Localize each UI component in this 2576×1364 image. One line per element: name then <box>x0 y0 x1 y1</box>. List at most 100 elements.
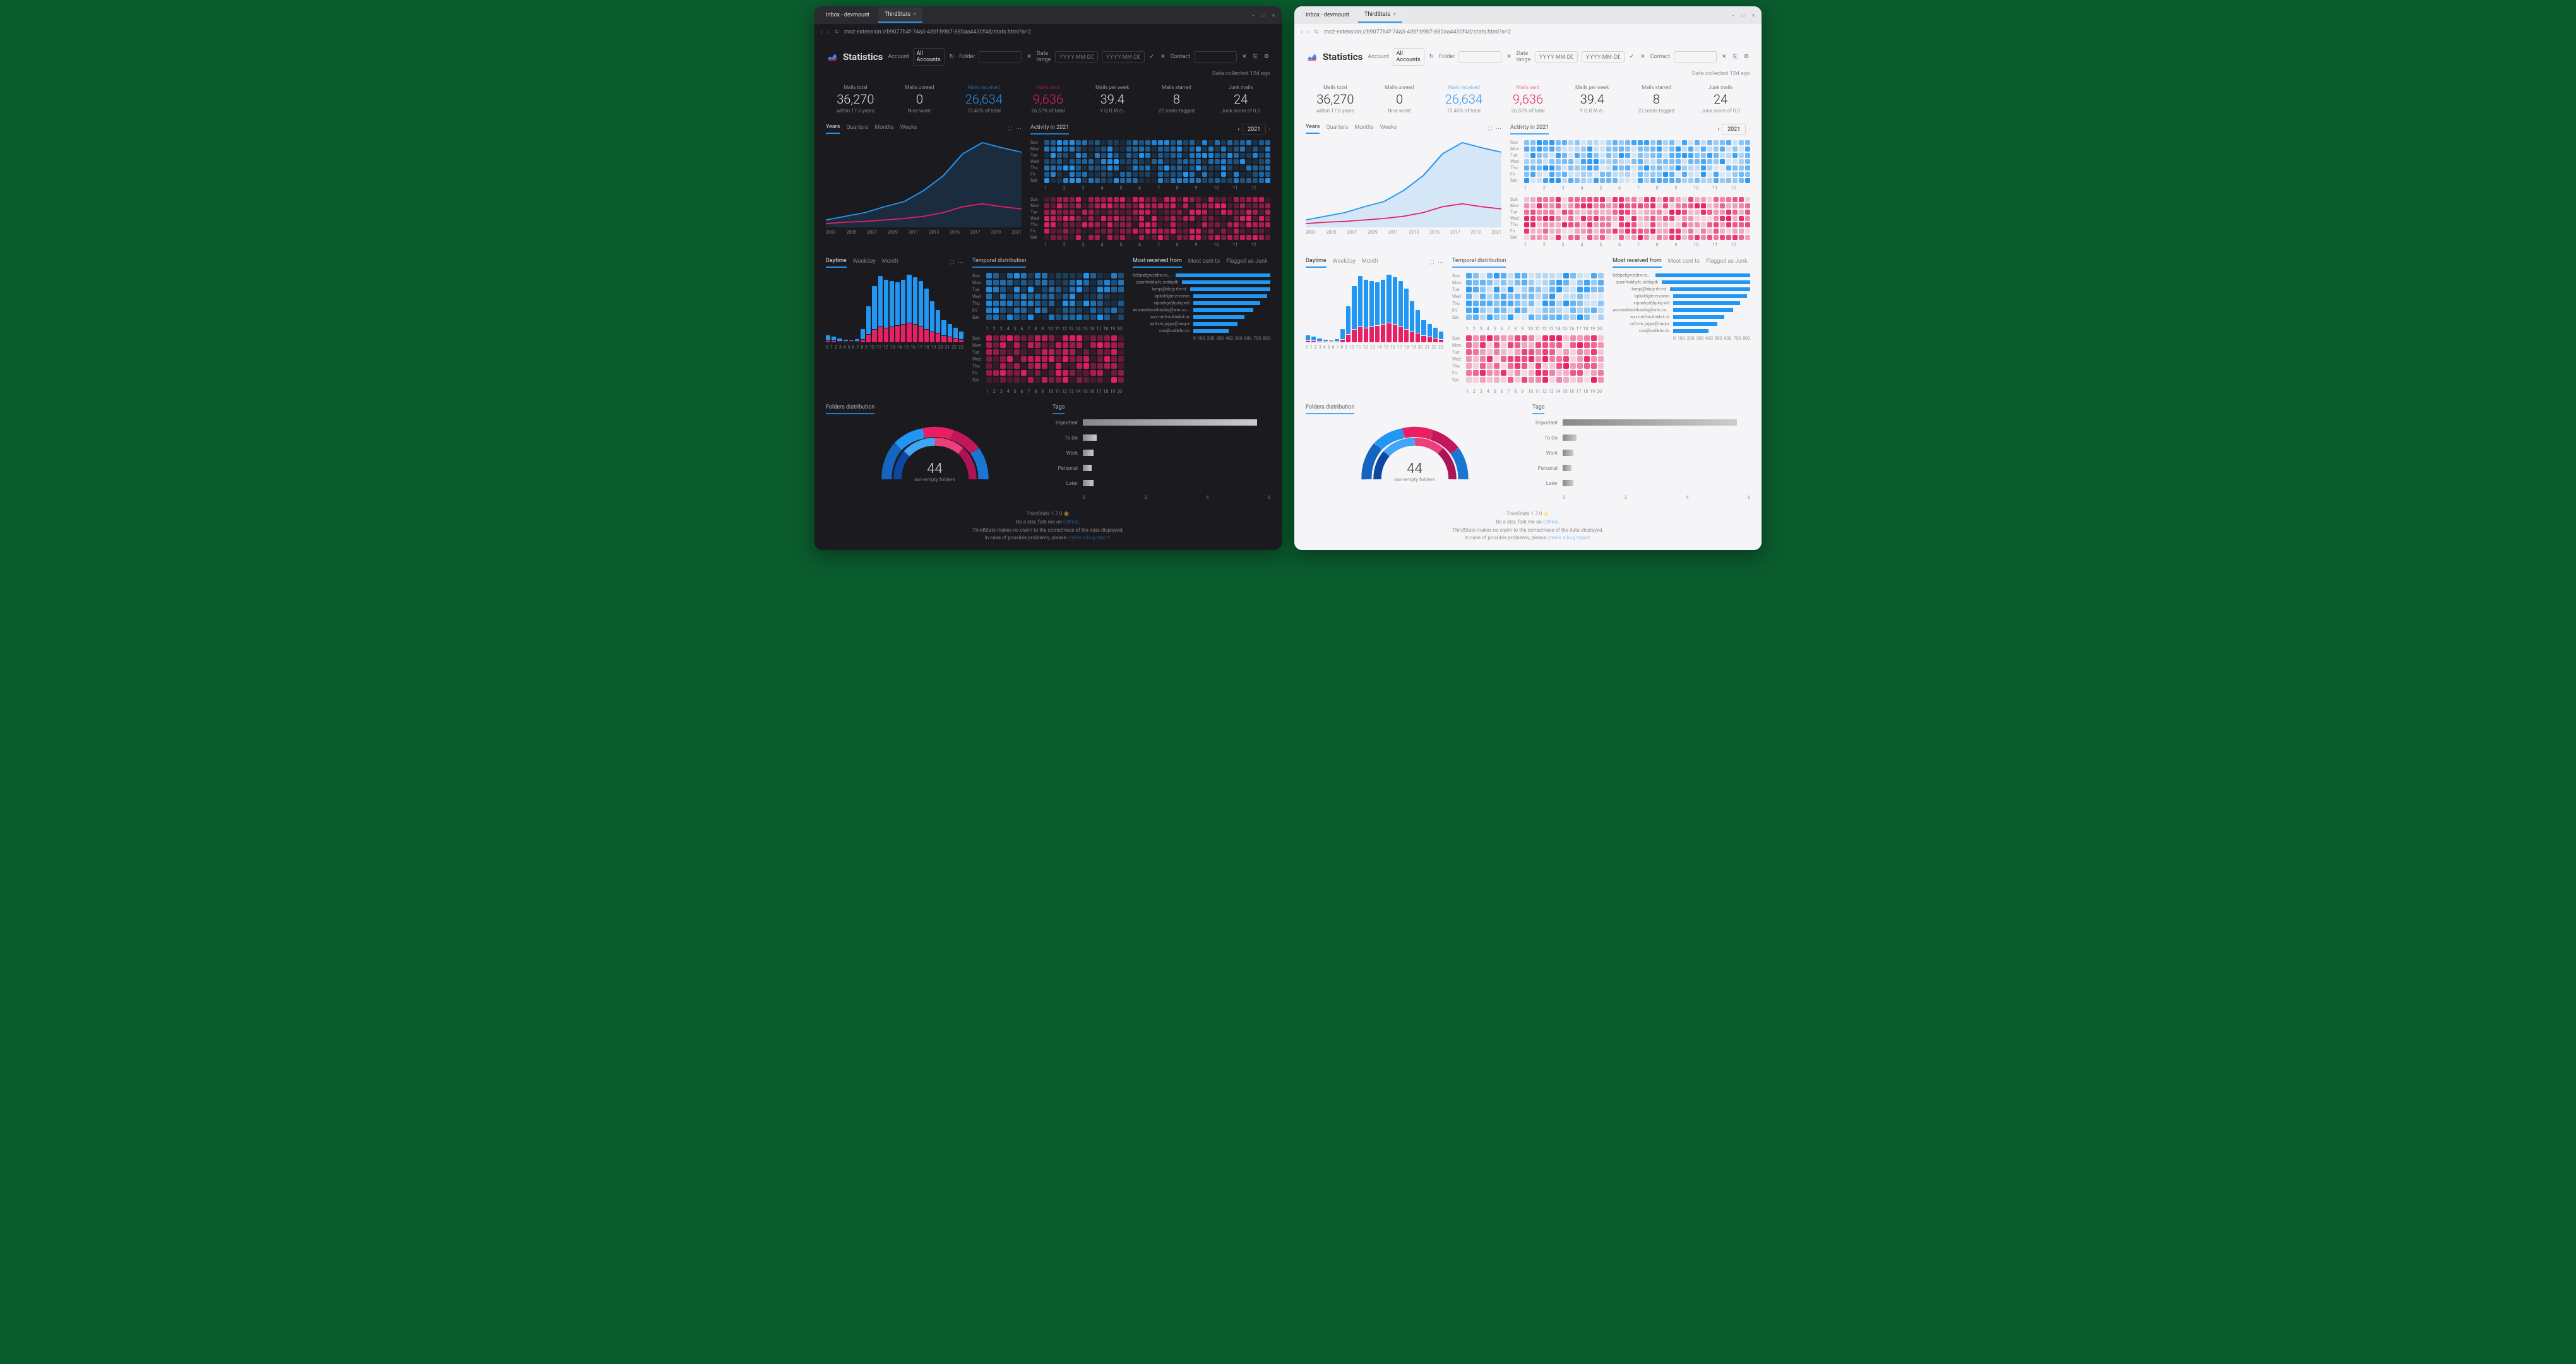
folder-clear-icon[interactable]: ✕ <box>1505 52 1513 61</box>
tab-weekday[interactable]: Weekday <box>1333 258 1356 267</box>
tab-years[interactable]: Years <box>826 124 840 134</box>
temporal-hours-axis-2: 1234567891011121314151617181920 <box>972 389 1124 394</box>
bugreport-link[interactable]: create a bug report <box>1547 535 1590 541</box>
year-prev-icon[interactable]: ‹ <box>1717 126 1719 133</box>
tab-weeks[interactable]: Weeks <box>900 124 917 133</box>
account-select[interactable]: All Accounts <box>913 48 945 66</box>
github-icon[interactable]: ⭐ <box>1543 511 1549 517</box>
stat-received: Mails received 26,634 73.43% of total <box>1434 85 1493 114</box>
tab-month[interactable]: Month <box>882 258 898 267</box>
expand-icon[interactable]: ⛶ <box>950 260 954 266</box>
logo-icon <box>1306 51 1318 63</box>
account-select[interactable]: All Accounts <box>1393 48 1424 66</box>
github-link[interactable]: GitHub <box>1063 519 1079 525</box>
nav-back-icon[interactable]: ‹ <box>821 29 823 35</box>
years-line-chart <box>826 139 1022 227</box>
settings-icon[interactable]: ⚙ <box>1263 52 1270 61</box>
close-button[interactable]: × <box>1750 12 1756 18</box>
titlebar: Inbox - devmount ThirdStats × − □ × <box>814 6 1282 24</box>
temporal-hours-axis: 1234567891011121314151617181920 <box>972 326 1124 332</box>
address-bar: ‹ › ↻ moz-extension://b9077b4f-74a3-4d6f… <box>814 24 1282 40</box>
tab-flagged-junk[interactable]: Flagged as Junk <box>1706 258 1747 267</box>
folder-input[interactable] <box>1458 51 1501 63</box>
tab-most-received[interactable]: Most received from <box>1133 258 1182 268</box>
address-bar: ‹ › ↻ moz-extension://b9077b4f-74a3-4d6f… <box>1294 24 1762 40</box>
github-link[interactable]: GitHub <box>1543 519 1559 525</box>
refresh-icon[interactable]: ↻ <box>1428 52 1436 61</box>
date-from-input[interactable] <box>1535 51 1578 63</box>
date-clear-icon[interactable]: ✕ <box>1159 52 1167 61</box>
tab-quarters[interactable]: Quarters <box>846 124 868 133</box>
folder-clear-icon[interactable]: ✕ <box>1025 52 1033 61</box>
url-text[interactable]: moz-extension://b9077b4f-74a3-4d6f-b9b7-… <box>844 29 1275 35</box>
expand-icon[interactable]: ⛶ <box>1430 260 1434 266</box>
close-button[interactable]: × <box>1270 12 1277 18</box>
expand-icon[interactable]: ⛶ <box>1008 126 1012 132</box>
date-clear-icon[interactable]: ✕ <box>1639 52 1647 61</box>
options-icon[interactable]: ⋯ <box>1016 126 1022 132</box>
tab-years[interactable]: Years <box>1306 124 1320 134</box>
year-prev-icon[interactable]: ‹ <box>1237 126 1239 133</box>
maximize-button[interactable]: □ <box>1260 12 1267 18</box>
bugreport-link[interactable]: create a bug report <box>1068 535 1110 541</box>
browser-tab-thirdstats[interactable]: ThirdStats × <box>878 8 922 23</box>
contacts-axis: 0100200300400500600700800 <box>1133 336 1270 341</box>
refresh-icon[interactable]: ↻ <box>948 52 956 61</box>
tab-close-icon[interactable]: × <box>913 11 916 18</box>
activity-title: Activity in 2021 <box>1510 124 1549 135</box>
tab-weekday[interactable]: Weekday <box>853 258 876 267</box>
date-to-input[interactable] <box>1582 51 1625 63</box>
tab-months[interactable]: Months <box>1354 124 1374 133</box>
page-title: Statistics <box>843 51 883 63</box>
settings-icon[interactable]: ⚙ <box>1743 52 1750 61</box>
copy-icon[interactable]: ⎘ <box>1252 52 1259 61</box>
year-select[interactable]: 2021 <box>1242 124 1266 135</box>
nav-reload-icon[interactable]: ↻ <box>834 29 839 35</box>
titlebar: Inbox - devmount ThirdStats × − □ × <box>1294 6 1762 24</box>
contact-clear-icon[interactable]: ✕ <box>1720 52 1728 61</box>
options-icon[interactable]: ⋯ <box>1496 126 1501 132</box>
contact-input[interactable] <box>1674 51 1717 63</box>
tab-most-sent[interactable]: Most sent to <box>1668 258 1700 267</box>
tab-month[interactable]: Month <box>1362 258 1378 267</box>
tab-close-icon[interactable]: × <box>1393 11 1396 18</box>
contact-clear-icon[interactable]: ✕ <box>1241 52 1248 61</box>
tab-daytime[interactable]: Daytime <box>826 258 847 268</box>
url-text[interactable]: moz-extension://b9077b4f-74a3-4d6f-b9b7-… <box>1324 29 1755 35</box>
browser-tab-inbox[interactable]: Inbox - devmount <box>820 8 876 22</box>
folders-count: 44 <box>1394 461 1435 477</box>
page-title: Statistics <box>1323 51 1363 63</box>
tab-weeks[interactable]: Weeks <box>1380 124 1397 133</box>
maximize-button[interactable]: □ <box>1740 12 1746 18</box>
nav-reload-icon[interactable]: ↻ <box>1314 29 1319 35</box>
tab-months[interactable]: Months <box>874 124 894 133</box>
year-select[interactable]: 2021 <box>1722 124 1746 135</box>
options-icon[interactable]: ⋯ <box>1438 260 1443 266</box>
nav-forward-icon[interactable]: › <box>1308 29 1309 35</box>
tab-most-sent[interactable]: Most sent to <box>1188 258 1220 267</box>
contact-input[interactable] <box>1194 51 1237 63</box>
tab-quarters[interactable]: Quarters <box>1326 124 1348 133</box>
tab-most-received[interactable]: Most received from <box>1613 258 1662 268</box>
contacts-axis: 0100200300400500600700800 <box>1613 336 1750 341</box>
date-apply-icon[interactable]: ✓ <box>1628 52 1636 61</box>
github-icon[interactable]: ⭐ <box>1063 511 1070 517</box>
copy-icon[interactable]: ⎘ <box>1732 52 1739 61</box>
browser-tab-thirdstats[interactable]: ThirdStats × <box>1358 8 1402 23</box>
year-next-icon[interactable]: › <box>1268 126 1270 133</box>
minimize-button[interactable]: − <box>1250 12 1256 18</box>
date-from-input[interactable] <box>1055 51 1098 63</box>
nav-forward-icon[interactable]: › <box>828 29 830 35</box>
date-apply-icon[interactable]: ✓ <box>1148 52 1156 61</box>
tab-flagged-junk[interactable]: Flagged as Junk <box>1226 258 1267 267</box>
date-to-input[interactable] <box>1102 51 1145 63</box>
expand-icon[interactable]: ⛶ <box>1488 126 1492 132</box>
tab-daytime[interactable]: Daytime <box>1306 258 1327 268</box>
minimize-button[interactable]: − <box>1730 12 1736 18</box>
nav-back-icon[interactable]: ‹ <box>1301 29 1303 35</box>
folder-input[interactable] <box>979 51 1022 63</box>
stat-total: Mails total 36,270 within 17.6 years <box>826 85 885 114</box>
browser-tab-inbox[interactable]: Inbox - devmount <box>1299 8 1356 22</box>
options-icon[interactable]: ⋯ <box>958 260 963 266</box>
year-next-icon[interactable]: › <box>1748 126 1750 133</box>
